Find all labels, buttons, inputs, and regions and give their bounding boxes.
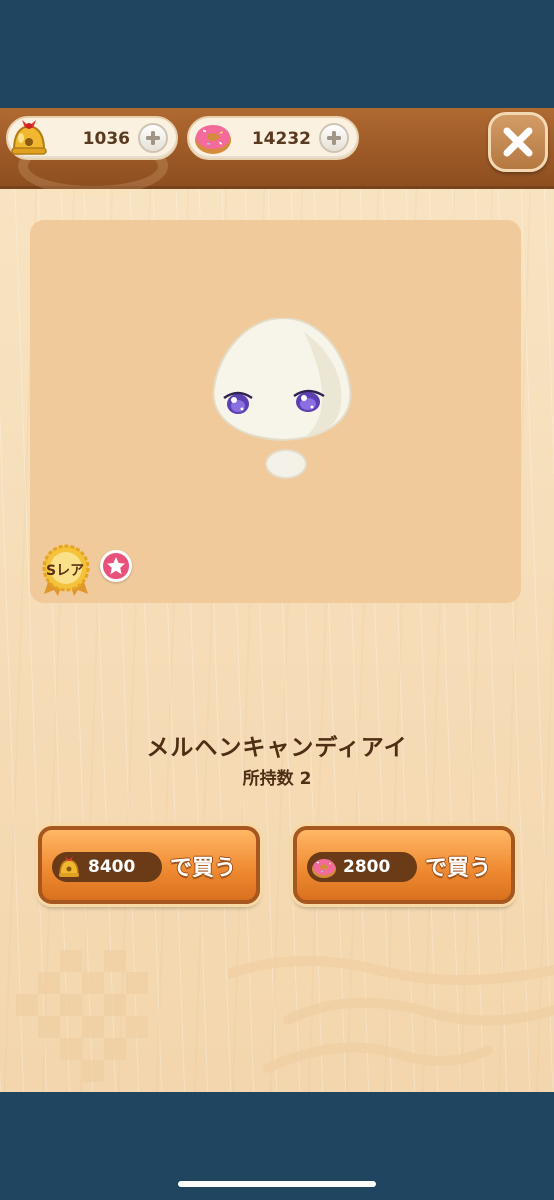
checker-decoration xyxy=(16,950,148,1082)
close-icon xyxy=(503,127,533,157)
buy-label: で買う xyxy=(425,856,492,881)
bells-count: 1036 xyxy=(82,129,130,149)
favorite-star-badge xyxy=(100,550,132,582)
bells-price: 8400 xyxy=(88,857,136,877)
bell-icon xyxy=(56,854,82,884)
donut-icon xyxy=(193,120,233,160)
buy-with-donuts-button[interactable]: 2800 で買う xyxy=(293,826,515,904)
item-name: メルヘンキャンディアイ xyxy=(146,735,408,761)
item-preview-area: Sレア xyxy=(30,220,521,603)
close-button[interactable] xyxy=(488,112,548,172)
add-donuts-button[interactable] xyxy=(319,123,349,153)
donuts-price: 2800 xyxy=(343,857,391,877)
top-frame-bar xyxy=(0,0,554,108)
owned-count: 2 xyxy=(299,769,312,789)
star-icon xyxy=(107,557,125,575)
plus-icon xyxy=(327,131,341,145)
buy-with-bells-button[interactable]: 8400 で買う xyxy=(38,826,260,904)
add-bells-button[interactable] xyxy=(138,123,168,153)
shop-item-panel: 1036 14232 Sレア メルヘンキャンディアイ 所持数 2 8400 で買… xyxy=(0,108,554,1092)
bells-price-pill: 8400 xyxy=(52,852,162,882)
header-bar: 1036 14232 xyxy=(0,108,554,196)
rarity-badge: Sレア xyxy=(40,544,92,596)
home-indicator[interactable] xyxy=(178,1181,376,1187)
donuts-currency: 14232 xyxy=(187,116,359,160)
bell-icon xyxy=(6,114,52,166)
bells-currency: 1036 xyxy=(6,116,178,160)
owned-label: 所持数 xyxy=(242,769,294,789)
donuts-price-pill: 2800 xyxy=(307,852,417,882)
rarity-label: Sレア xyxy=(46,563,85,579)
donut-icon xyxy=(311,854,337,884)
donuts-count: 14232 xyxy=(251,129,311,149)
buy-label: で買う xyxy=(170,856,237,881)
plus-icon xyxy=(146,131,160,145)
wave-decoration xyxy=(228,955,554,1073)
item-image-eyes xyxy=(212,318,352,479)
owned-count-label: 所持数 2 xyxy=(0,764,554,789)
